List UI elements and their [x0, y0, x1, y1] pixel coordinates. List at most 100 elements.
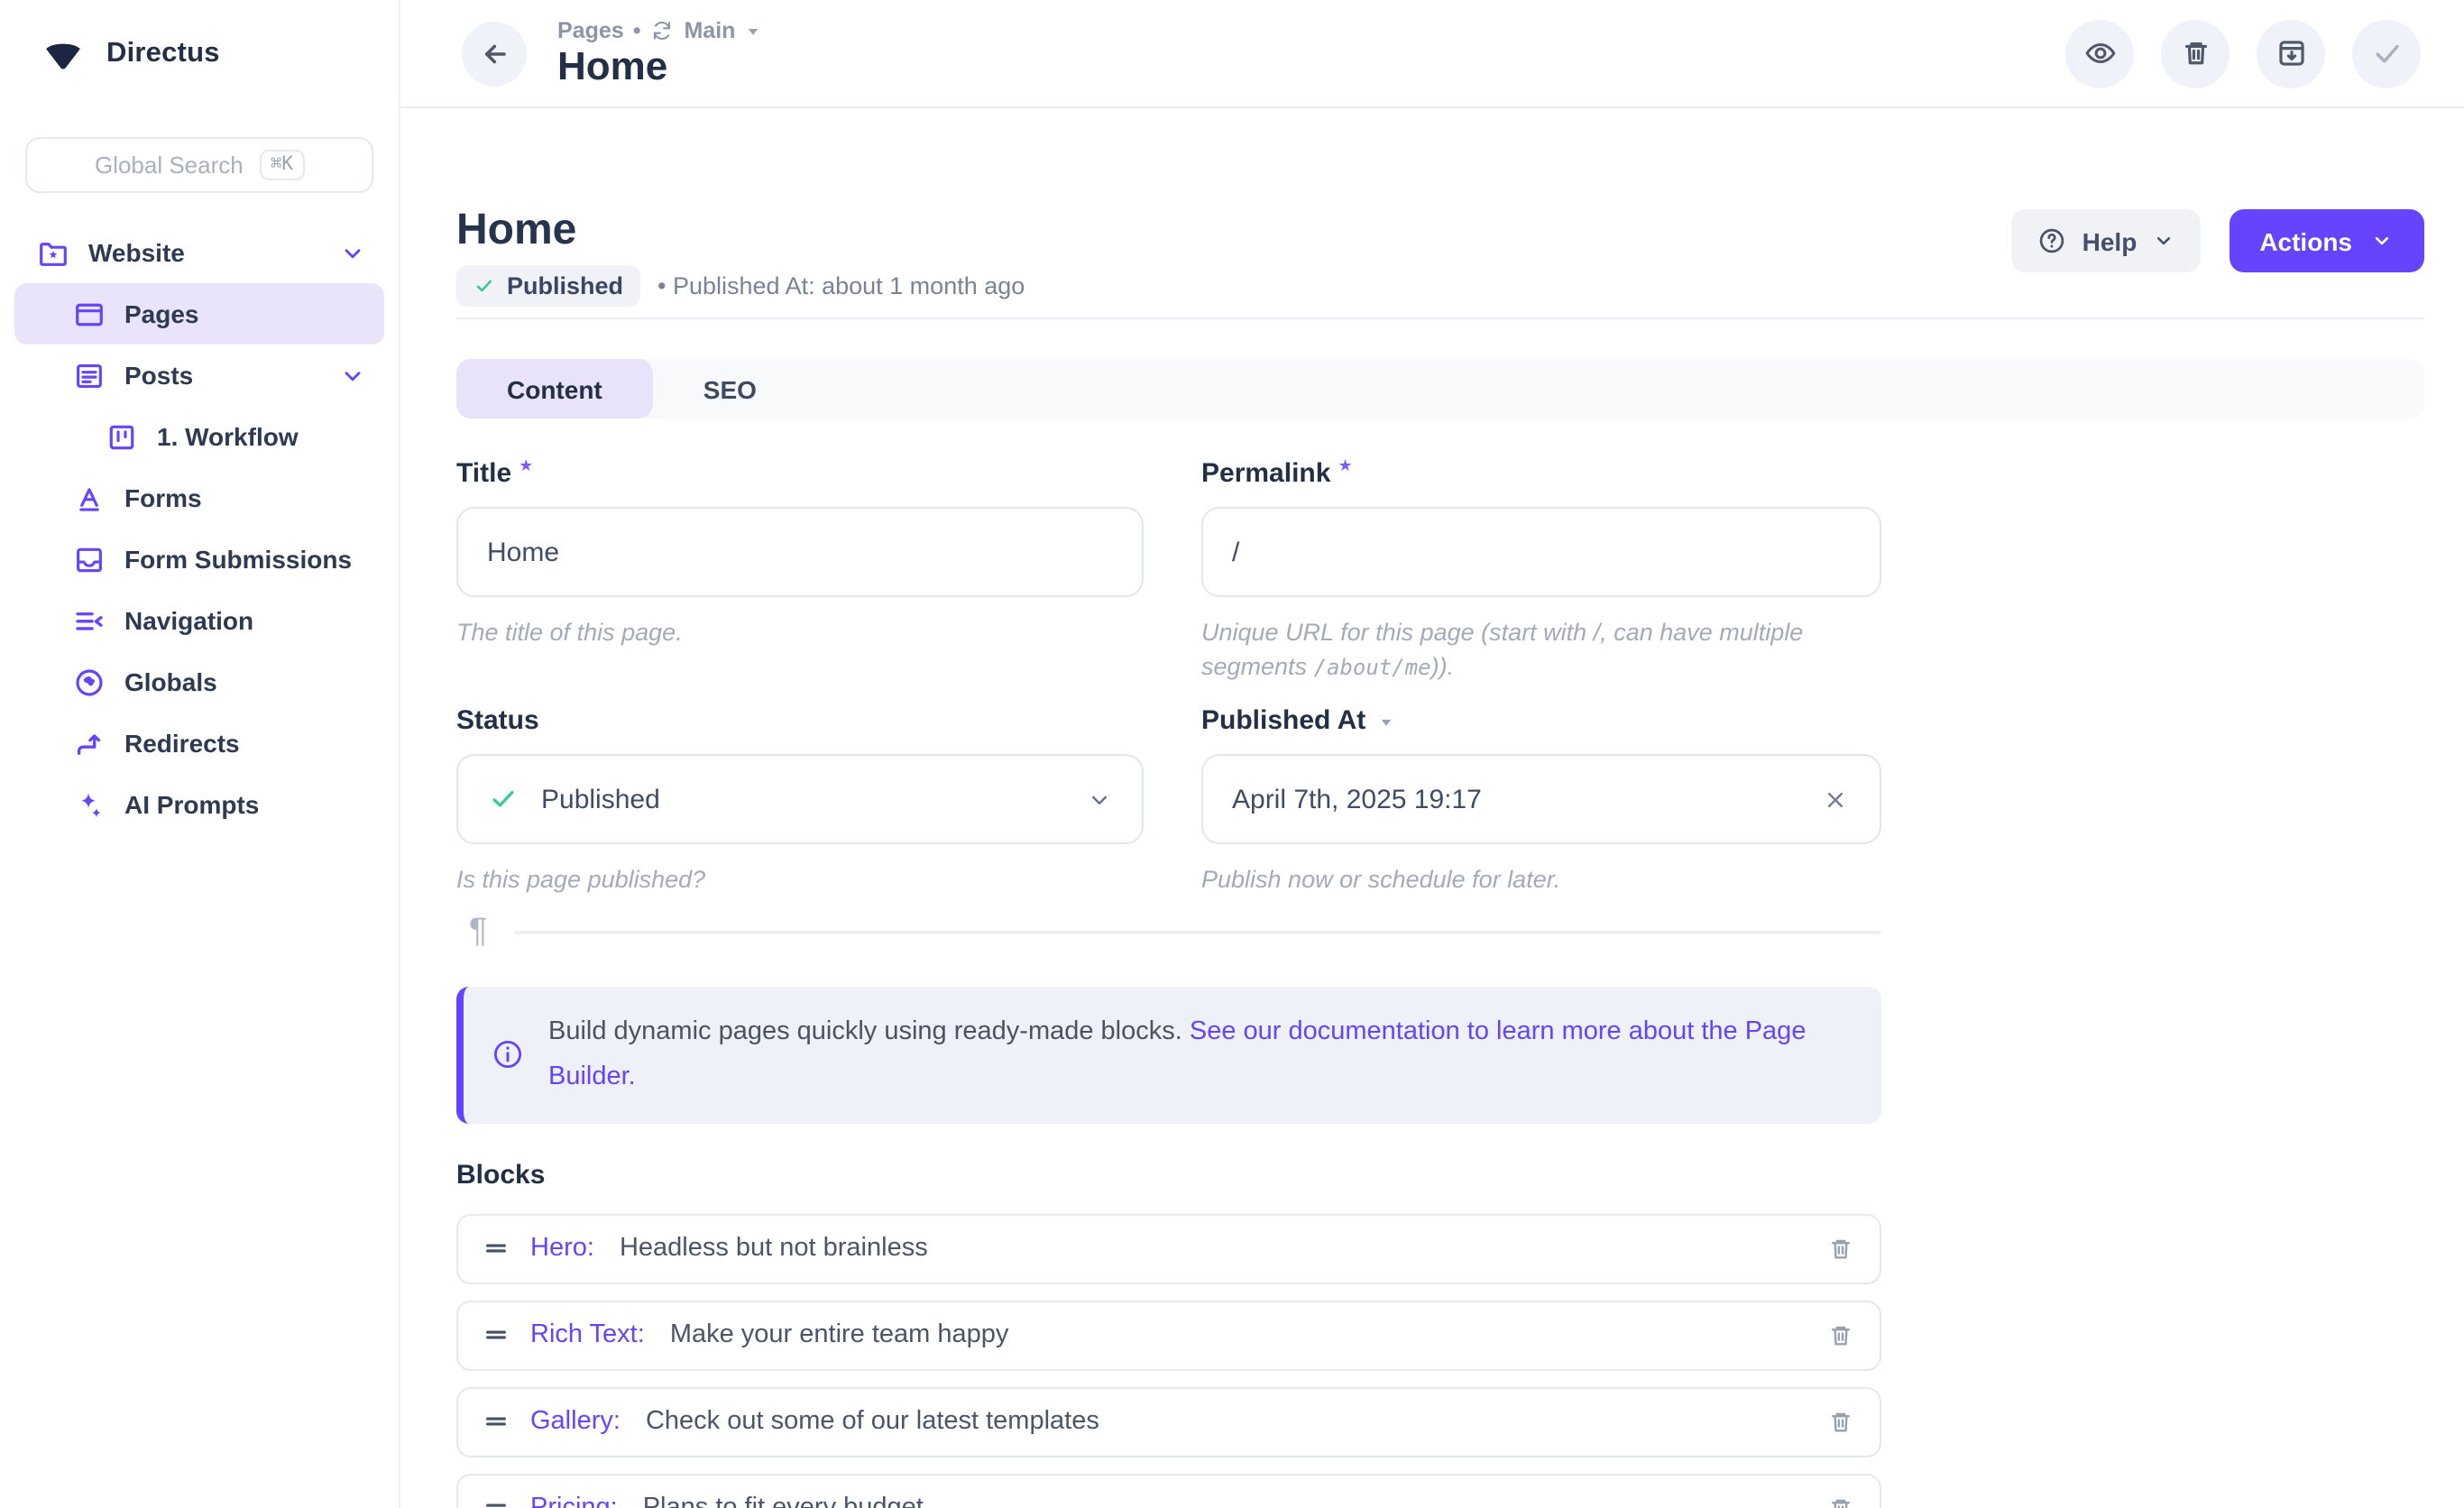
- caret-down-icon[interactable]: [1373, 706, 1394, 731]
- field-published-at-label: Published At: [1201, 706, 1881, 737]
- trash-icon[interactable]: [1825, 1320, 1856, 1351]
- sidebar-item-globals[interactable]: Globals: [14, 651, 384, 713]
- drag-handle-icon[interactable]: [482, 1408, 510, 1437]
- tab-content[interactable]: Content: [456, 359, 653, 418]
- app-logo[interactable]: Directus: [0, 0, 399, 108]
- sidebar-item-ai-prompts[interactable]: AI Prompts: [14, 774, 384, 835]
- block-title: Headless but not brainless: [620, 1235, 928, 1264]
- globe-icon: [72, 665, 106, 699]
- header: Pages • Main Home: [400, 0, 2464, 108]
- trash-icon[interactable]: [1825, 1494, 1856, 1508]
- global-search-input[interactable]: Global Search ⌘K: [25, 137, 373, 193]
- block-type: Pricing:: [530, 1494, 618, 1508]
- main-area: Pages • Main Home Home: [400, 0, 2464, 1508]
- sidebar: Directus Global Search ⌘K Website Pages Po…: [0, 0, 400, 1508]
- chevron-down-icon: [2151, 229, 2174, 253]
- field-permalink-label: Permalink★: [1201, 458, 1881, 489]
- topbar-actions: [2065, 19, 2421, 87]
- letter-a-icon: [72, 481, 106, 515]
- tab-strip: ContentSEO: [456, 359, 2424, 418]
- app-title: Directus: [106, 38, 220, 70]
- search-shortcut-badge: ⌘K: [260, 150, 304, 180]
- caret-down-icon: [744, 23, 760, 41]
- drag-handle-icon[interactable]: [482, 1494, 510, 1508]
- drag-handle-icon[interactable]: [482, 1235, 510, 1264]
- check-icon: [487, 784, 519, 816]
- permalink-input-value: /: [1232, 537, 1239, 567]
- sidebar-item-navigation[interactable]: Navigation: [14, 590, 384, 651]
- clear-icon[interactable]: [1820, 785, 1851, 815]
- field-status-note: Is this page published?: [456, 865, 1144, 898]
- sidebar-item-redirects[interactable]: Redirects: [14, 713, 384, 774]
- page-head-left: Home Published • Published At: about 1 m…: [456, 209, 1025, 307]
- content: Home Published • Published At: about 1 m…: [400, 108, 2464, 1508]
- breadcrumb-collection[interactable]: Pages: [557, 19, 624, 44]
- check-icon: [2369, 36, 2404, 70]
- block-row-hero[interactable]: Hero:Headless but not brainless: [456, 1214, 1881, 1284]
- sidebar-item-label: Website: [88, 238, 185, 267]
- field-permalink: Permalink★ / Unique URL for this page (s…: [1201, 458, 1881, 685]
- breadcrumb-version[interactable]: Main: [684, 19, 735, 44]
- inbox-icon: [72, 542, 106, 576]
- status-badge: Published: [456, 265, 639, 307]
- page-head: Home Published • Published At: about 1 m…: [456, 209, 2424, 307]
- page-title: Home: [557, 46, 760, 87]
- title-input[interactable]: Home: [456, 507, 1144, 597]
- sidebar-item-posts[interactable]: Posts: [14, 345, 384, 406]
- trash-button[interactable]: [2161, 19, 2230, 87]
- status-select[interactable]: Published: [456, 755, 1144, 845]
- permalink-input[interactable]: /: [1201, 507, 1881, 597]
- sidebar-item-label: Redirects: [124, 729, 240, 758]
- head-buttons: Help Actions: [2012, 209, 2424, 272]
- status-badge-label: Published: [507, 272, 623, 299]
- block-row-rich-text[interactable]: Rich Text:Make your entire team happy: [456, 1301, 1881, 1371]
- chevron-down-icon[interactable]: [339, 239, 366, 266]
- field-status-label: Status: [456, 706, 1144, 737]
- sidebar-item-forms[interactable]: Forms: [14, 467, 384, 529]
- sidebar-item-pages[interactable]: Pages: [14, 283, 384, 345]
- required-star-icon: ★: [519, 458, 533, 474]
- breadcrumb[interactable]: Pages • Main: [557, 19, 760, 44]
- published-at-input[interactable]: April 7th, 2025 19:17: [1201, 755, 1881, 845]
- arrow-left-icon: [476, 35, 512, 71]
- actions-button[interactable]: Actions: [2229, 209, 2424, 272]
- post-icon: [72, 358, 106, 392]
- block-row-gallery[interactable]: Gallery:Check out some of our latest tem…: [456, 1387, 1881, 1457]
- archive-button[interactable]: [2257, 19, 2325, 87]
- block-row-pricing[interactable]: Pricing: Plans to fit every budget: [456, 1474, 1881, 1508]
- trash-icon[interactable]: [1825, 1234, 1856, 1264]
- chevron-down-icon: [2370, 229, 2394, 253]
- chevron-down-icon[interactable]: [339, 362, 366, 389]
- sidebar-item-label: Globals: [124, 667, 217, 696]
- info-icon: [491, 1038, 525, 1072]
- status-select-value: Published: [541, 785, 660, 815]
- section-divider: [456, 317, 2424, 319]
- sidebar-item-form-submissions[interactable]: Form Submissions: [14, 529, 384, 590]
- help-button[interactable]: Help: [2012, 209, 2201, 272]
- tab-seo[interactable]: SEO: [653, 359, 807, 418]
- title-block: Pages • Main Home: [557, 19, 760, 87]
- required-star-icon: ★: [1338, 458, 1352, 474]
- eye-icon: [2082, 36, 2117, 70]
- eye-button[interactable]: [2065, 19, 2134, 87]
- check-button[interactable]: [2352, 19, 2421, 87]
- divider-line: [514, 931, 1881, 934]
- field-published-at: Published At April 7th, 2025 19:17 Publi…: [1201, 706, 1881, 898]
- sidebar-item-label: Posts: [124, 361, 193, 390]
- field-title: Title★ Home The title of this page.: [456, 458, 1144, 685]
- block-title: Plans to fit every budget: [643, 1494, 924, 1508]
- block-title: Make your entire team happy: [670, 1321, 1009, 1350]
- drag-handle-icon[interactable]: [482, 1321, 510, 1350]
- back-button[interactable]: [462, 21, 527, 86]
- blocks-label: Blocks: [456, 1160, 2424, 1191]
- sidebar-item-label: Navigation: [124, 606, 253, 635]
- check-icon: [473, 274, 496, 298]
- version-icon: [649, 19, 675, 44]
- archive-icon: [2274, 36, 2308, 70]
- sidebar-item-1-workflow[interactable]: 1. Workflow: [14, 406, 384, 467]
- field-title-note: The title of this page.: [456, 617, 1144, 650]
- menu-collapse-icon: [72, 603, 106, 638]
- sidebar-item-website[interactable]: Website: [14, 222, 384, 283]
- form: Title★ Home The title of this page. Perm…: [456, 458, 2424, 898]
- trash-icon[interactable]: [1825, 1407, 1856, 1438]
